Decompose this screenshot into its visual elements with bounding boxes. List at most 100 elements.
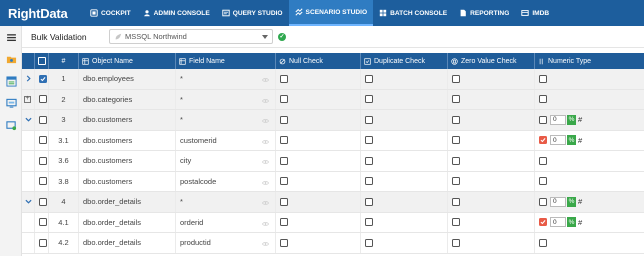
table-compare-icon[interactable] — [0, 70, 22, 92]
row-select-checkbox[interactable] — [39, 197, 47, 206]
numeric-type-checkbox[interactable] — [539, 156, 547, 165]
percent-icon[interactable]: % — [567, 114, 576, 125]
zero-value-check-checkbox[interactable] — [452, 95, 460, 104]
numeric-type-checkbox[interactable] — [539, 238, 547, 247]
duplicate-check-checkbox[interactable] — [365, 218, 373, 227]
row-select-checkbox[interactable] — [39, 238, 47, 247]
settings-screen-icon[interactable] — [0, 114, 22, 136]
tab-reporting[interactable]: REPORTING — [453, 0, 515, 26]
hash-icon[interactable]: # — [578, 197, 582, 206]
eye-icon[interactable] — [262, 117, 269, 123]
zero-value-check-checkbox[interactable] — [452, 238, 460, 247]
percent-icon[interactable]: % — [567, 196, 576, 207]
zero-value-check-checkbox[interactable] — [452, 218, 460, 227]
eye-icon[interactable] — [262, 138, 269, 144]
table-row[interactable]: 4.2 dbo.order_details productid — [22, 233, 644, 254]
duplicate-check-checkbox[interactable] — [365, 197, 373, 206]
null-check-checkbox[interactable] — [280, 95, 288, 104]
eye-icon[interactable] — [262, 158, 269, 164]
duplicate-check-checkbox[interactable] — [365, 238, 373, 247]
zero-value-check-checkbox[interactable] — [452, 115, 460, 124]
numeric-type-checkbox[interactable] — [539, 74, 547, 83]
duplicate-check-checkbox[interactable] — [365, 115, 373, 124]
eye-icon[interactable] — [262, 179, 269, 185]
table-row[interactable]: +2 dbo.categories * — [22, 89, 644, 110]
row-select-checkbox[interactable] — [39, 156, 47, 165]
hash-icon[interactable]: # — [578, 218, 582, 227]
zero-value-check-checkbox[interactable] — [452, 136, 460, 145]
numeric-type-checkbox[interactable] — [539, 115, 547, 124]
chevron-down-icon[interactable] — [24, 116, 32, 124]
numeric-type-checkbox[interactable] — [539, 197, 547, 206]
eye-icon[interactable] — [262, 240, 269, 246]
select-all-checkbox[interactable] — [37, 57, 46, 65]
numeric-type-checkbox[interactable] — [539, 177, 547, 186]
zero-value-check-checkbox[interactable] — [452, 177, 460, 186]
table-row[interactable]: 4.1 dbo.order_details orderid 0% # — [22, 212, 644, 233]
table-row[interactable]: 3.8 dbo.customers postalcode — [22, 171, 644, 192]
menu-icon[interactable] — [0, 26, 22, 48]
tab-scenario-studio[interactable]: SCENARIO STUDIO — [288, 0, 374, 26]
zero-value-check-checkbox[interactable] — [452, 197, 460, 206]
zero-value-check-checkbox[interactable] — [452, 74, 460, 83]
table-row[interactable]: 3 dbo.customers * 0% # — [22, 110, 644, 131]
duplicate-check-checkbox[interactable] — [365, 74, 373, 83]
hash-icon[interactable]: # — [578, 136, 582, 145]
null-check-checkbox[interactable] — [280, 197, 288, 206]
table-row[interactable]: 1 dbo.employees * — [22, 69, 644, 90]
null-check-checkbox[interactable] — [280, 115, 288, 124]
expand-plus-icon[interactable]: + — [24, 95, 31, 103]
numeric-type-checkbox[interactable] — [539, 218, 547, 227]
row-select-checkbox[interactable] — [39, 115, 47, 124]
field-name-header[interactable]: Field Name — [176, 53, 276, 69]
duplicate-check-checkbox[interactable] — [365, 136, 373, 145]
tolerance-input[interactable]: 0 — [550, 196, 566, 207]
percent-icon[interactable]: % — [567, 135, 576, 146]
null-check-header[interactable]: Null Check — [276, 53, 361, 69]
tab-admin-console[interactable]: ADMIN CONSOLE — [137, 0, 216, 26]
duplicate-check-checkbox[interactable] — [365, 95, 373, 104]
validation-folder-icon[interactable] — [0, 48, 22, 70]
rightdata-logo[interactable]: RightData — [0, 0, 84, 26]
tolerance-input[interactable]: 0 — [550, 114, 566, 125]
table-row[interactable]: 4 dbo.order_details * 0% # — [22, 192, 644, 213]
null-check-checkbox[interactable] — [280, 156, 288, 165]
zero-value-check-header[interactable]: Zero Value Check — [448, 53, 535, 69]
eye-icon[interactable] — [262, 97, 269, 103]
eye-icon[interactable] — [262, 76, 269, 82]
connection-dropdown[interactable]: MSSQL Northwind — [109, 29, 273, 44]
eye-icon[interactable] — [262, 220, 269, 226]
table-row[interactable]: 3.6 dbo.customers city — [22, 151, 644, 172]
duplicate-check-header[interactable]: Duplicate Check — [361, 53, 448, 69]
row-select-checkbox[interactable] — [39, 95, 47, 104]
numeric-type-header[interactable]: Numeric Type — [535, 53, 644, 69]
row-select-checkbox[interactable] — [39, 136, 47, 145]
numeric-type-checkbox[interactable] — [539, 136, 547, 145]
zero-value-check-checkbox[interactable] — [452, 156, 460, 165]
null-check-checkbox[interactable] — [280, 136, 288, 145]
chevron-down-icon[interactable] — [24, 198, 32, 206]
row-select-checkbox[interactable] — [39, 74, 47, 83]
percent-icon[interactable]: % — [567, 217, 576, 228]
null-check-checkbox[interactable] — [280, 177, 288, 186]
null-check-checkbox[interactable] — [280, 238, 288, 247]
tolerance-input[interactable]: 0 — [550, 135, 566, 146]
tolerance-input[interactable]: 0 — [550, 217, 566, 228]
duplicate-check-checkbox[interactable] — [365, 156, 373, 165]
tab-imdb[interactable]: IMDB — [515, 0, 555, 26]
duplicate-check-checkbox[interactable] — [365, 177, 373, 186]
numeric-type-checkbox[interactable] — [539, 95, 547, 104]
row-select-checkbox[interactable] — [39, 218, 47, 227]
monitor-icon[interactable] — [0, 92, 22, 114]
hash-icon[interactable]: # — [578, 115, 582, 124]
object-name-header[interactable]: Object Name — [79, 53, 176, 69]
tab-query-studio[interactable]: QUERY STUDIO — [216, 0, 289, 26]
eye-icon[interactable] — [262, 199, 269, 205]
null-check-checkbox[interactable] — [280, 218, 288, 227]
row-select-checkbox[interactable] — [39, 177, 47, 186]
table-row[interactable]: 3.1 dbo.customers customerid 0% # — [22, 130, 644, 151]
select-all-header[interactable] — [35, 53, 49, 69]
tab-cockpit[interactable]: COCKPIT — [84, 0, 137, 26]
null-check-checkbox[interactable] — [280, 74, 288, 83]
chevron-right-icon[interactable] — [24, 75, 32, 83]
